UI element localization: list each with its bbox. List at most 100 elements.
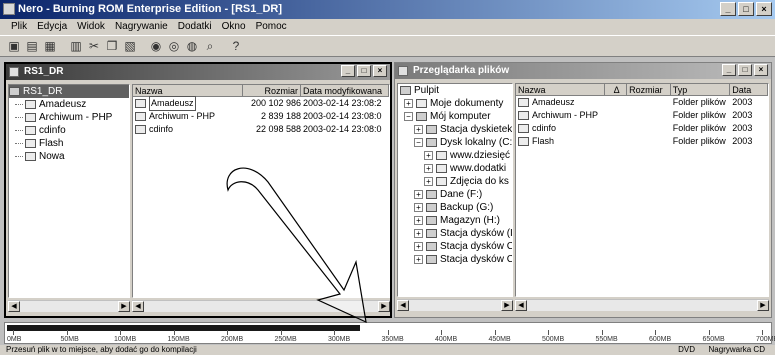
column-header-type[interactable]: Typ — [671, 84, 731, 95]
print-icon[interactable]: ▥ — [68, 38, 84, 54]
expand-icon[interactable]: + — [414, 190, 423, 199]
maximize-button[interactable]: □ — [738, 2, 754, 16]
info-icon[interactable]: ◎ — [166, 38, 182, 54]
expand-icon[interactable]: + — [414, 242, 423, 251]
scroll-right-icon[interactable]: ▶ — [757, 300, 769, 311]
floppy-icon — [426, 125, 437, 134]
scroll-left-icon[interactable]: ◀ — [8, 301, 20, 312]
menu-extras[interactable]: Dodatki — [173, 19, 217, 35]
expand-icon[interactable]: + — [414, 229, 423, 238]
new-icon[interactable]: ▣ — [6, 38, 22, 54]
tree-item[interactable]: + Dane (F:) — [398, 188, 512, 201]
disc-icon[interactable]: ◍ — [184, 38, 200, 54]
tree-item[interactable]: +Stacja dysków CD — [398, 253, 512, 266]
help-icon[interactable]: ? — [228, 38, 244, 54]
explorer-list-scrollbar[interactable]: ◀ ▶ — [515, 299, 769, 311]
tree-item[interactable]: + Moje dokumenty — [398, 97, 512, 110]
burn-icon[interactable]: ◉ — [148, 38, 164, 54]
disc-icon — [9, 67, 19, 77]
ruler-tick-label: 200MB — [221, 330, 244, 343]
scroll-left-icon[interactable]: ◀ — [397, 300, 409, 311]
column-header-date[interactable]: Data — [730, 84, 768, 95]
column-header-name[interactable]: Nazwa — [133, 85, 243, 96]
expand-icon[interactable]: + — [404, 99, 413, 108]
maximize-button[interactable]: □ — [738, 64, 752, 76]
scroll-right-icon[interactable]: ▶ — [118, 301, 130, 312]
expand-icon[interactable]: + — [414, 216, 423, 225]
table-row[interactable]: Amadeusz Folder plików 2003 — [516, 96, 768, 109]
tree-item[interactable]: + www.dziesięć — [398, 149, 512, 162]
table-row[interactable]: Amadeusz 200 102 986 2003-02-14 23:08:2 — [133, 96, 389, 111]
close-button[interactable]: × — [756, 2, 772, 16]
column-header-sort[interactable]: Δ — [605, 84, 628, 95]
scroll-left-icon[interactable]: ◀ — [515, 300, 527, 311]
cut-icon[interactable]: ✂ — [86, 38, 102, 54]
expand-icon[interactable]: + — [424, 177, 433, 186]
expand-icon[interactable]: + — [414, 125, 423, 134]
explorer-tree-scrollbar[interactable]: ◀ ▶ — [397, 299, 513, 311]
collapse-icon[interactable]: − — [414, 138, 423, 147]
tree-item[interactable]: Amadeusz — [9, 98, 129, 111]
tree-item[interactable]: + Stacja dysków (I:) — [398, 227, 512, 240]
tree-item[interactable]: + Backup (G:) — [398, 201, 512, 214]
tree-item[interactable]: + Magazyn (H:) — [398, 214, 512, 227]
tree-item[interactable]: +Stacja dysków CD — [398, 240, 512, 253]
minimize-button[interactable]: _ — [722, 64, 736, 76]
scroll-right-icon[interactable]: ▶ — [501, 300, 513, 311]
cd-drive-icon — [426, 242, 437, 251]
close-button[interactable]: × — [754, 64, 768, 76]
table-row[interactable]: cdinfo 22 098 588 2003-02-14 23:08:0 — [133, 123, 389, 136]
expand-icon[interactable]: + — [424, 151, 433, 160]
tree-item[interactable]: − Mój komputer — [398, 110, 512, 123]
list-scrollbar[interactable]: ◀ ▶ — [132, 300, 390, 312]
scroll-right-icon[interactable]: ▶ — [378, 301, 390, 312]
explorer-file-list: Nazwa Δ Rozmiar Typ Data Amadeusz Folder… — [515, 83, 769, 297]
cd-drive-icon — [426, 255, 437, 264]
folder-icon — [436, 177, 447, 186]
tree-item[interactable]: Nowa — [9, 150, 129, 163]
menu-recorder[interactable]: Nagrywanie — [110, 19, 173, 35]
maximize-button[interactable]: □ — [357, 65, 371, 77]
folder-icon — [436, 151, 447, 160]
menu-help[interactable]: Pomoc — [251, 19, 292, 35]
column-header-date[interactable]: Data modyfikowana — [301, 85, 389, 96]
minimize-button[interactable]: _ — [720, 2, 736, 16]
close-button[interactable]: × — [373, 65, 387, 77]
save-icon[interactable]: ▦ — [42, 38, 58, 54]
search-icon[interactable]: ⌕ — [202, 38, 218, 54]
menu-edit[interactable]: Edycja — [32, 19, 72, 35]
tree-item-root[interactable]: RS1_DR — [9, 85, 129, 98]
table-row[interactable]: Archiwum - PHP 2 839 188 2003-02-14 23:0… — [133, 110, 389, 123]
tree-item[interactable]: + Stacja dyskietek — [398, 123, 512, 136]
paste-icon[interactable]: ▧ — [122, 38, 138, 54]
table-row[interactable]: Archiwum - PHP Folder plików 2003 — [516, 109, 768, 122]
expand-icon[interactable]: + — [414, 255, 423, 264]
tree-item[interactable]: Flash — [9, 137, 129, 150]
expand-icon[interactable]: + — [414, 203, 423, 212]
tree-item-desktop[interactable]: Pulpit — [398, 84, 512, 97]
copy-icon[interactable]: ❐ — [104, 38, 120, 54]
tree-scrollbar[interactable]: ◀ ▶ — [8, 300, 130, 312]
folder-icon — [416, 99, 427, 108]
window-titlebar: Nero - Burning ROM Enterprise Edition - … — [0, 0, 775, 19]
tree-item[interactable]: + www.dodatki — [398, 162, 512, 175]
table-row[interactable]: Flash Folder plików 2003 — [516, 135, 768, 148]
scroll-left-icon[interactable]: ◀ — [132, 301, 144, 312]
window-title: Nero - Burning ROM Enterprise Edition - … — [18, 3, 283, 15]
tree-item[interactable]: cdinfo — [9, 124, 129, 137]
tree-item[interactable]: Archiwum - PHP — [9, 111, 129, 124]
open-icon[interactable]: ▤ — [24, 38, 40, 54]
expand-icon[interactable]: + — [424, 164, 433, 173]
minimize-button[interactable]: _ — [341, 65, 355, 77]
tree-item[interactable]: − Dysk lokalny (C:) — [398, 136, 512, 149]
tree-item[interactable]: + Zdjęcia do ks — [398, 175, 512, 188]
column-header-name[interactable]: Nazwa — [516, 84, 606, 95]
column-header-size[interactable]: Rozmiar — [243, 85, 301, 96]
menu-file[interactable]: Plik — [6, 19, 32, 35]
menu-view[interactable]: Widok — [72, 19, 110, 35]
table-row[interactable]: cdinfo Folder plików 2003 — [516, 122, 768, 135]
column-header-size[interactable]: Rozmiar — [627, 84, 671, 95]
collapse-icon[interactable]: − — [404, 112, 413, 121]
drive-icon — [426, 138, 437, 147]
menu-window[interactable]: Okno — [217, 19, 251, 35]
